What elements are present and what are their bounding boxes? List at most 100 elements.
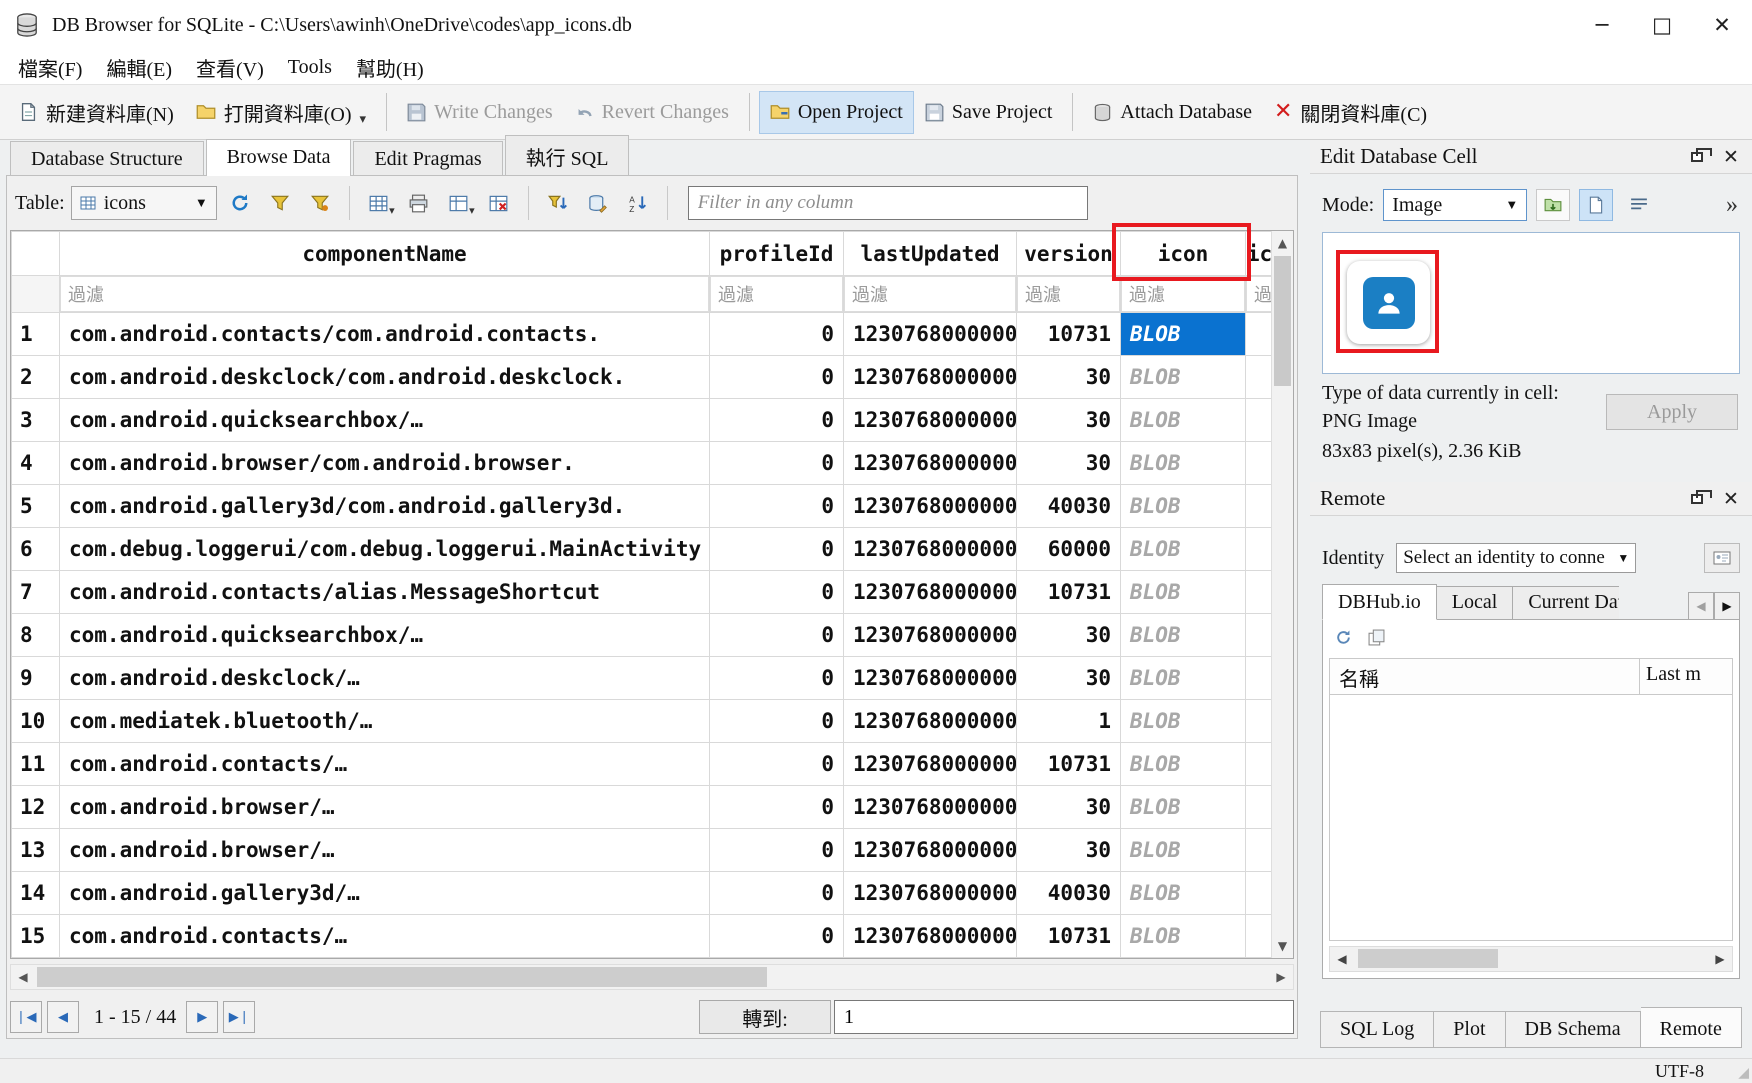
cell-lastupdated[interactable]: 1230768000000 bbox=[844, 829, 1017, 872]
cell-overflow[interactable] bbox=[1246, 442, 1272, 485]
cell-profileid[interactable]: 0 bbox=[710, 829, 844, 872]
cell-version[interactable]: 30 bbox=[1017, 614, 1121, 657]
cell-overflow[interactable] bbox=[1246, 915, 1272, 958]
blob-image-thumbnail[interactable] bbox=[1347, 261, 1430, 344]
print-button[interactable] bbox=[402, 186, 436, 220]
cell-profileid[interactable]: 0 bbox=[710, 442, 844, 485]
filter-sort-button[interactable] bbox=[541, 186, 575, 220]
cell-componentname[interactable]: com.debug.loggerui/com.debug.loggerui.Ma… bbox=[60, 528, 710, 571]
remote-column-last-modified[interactable]: Last m bbox=[1640, 659, 1732, 694]
cell-lastupdated[interactable]: 1230768000000 bbox=[844, 571, 1017, 614]
write-changes-button[interactable]: Write Changes bbox=[396, 91, 564, 134]
cell-icon-blob[interactable]: BLOB bbox=[1121, 528, 1246, 571]
first-page-button[interactable]: ❘◀ bbox=[10, 1001, 42, 1033]
cell-icon-blob[interactable]: BLOB bbox=[1121, 786, 1246, 829]
cell-lastupdated[interactable]: 1230768000000 bbox=[844, 700, 1017, 743]
cell-componentname[interactable]: com.android.browser/… bbox=[60, 786, 710, 829]
open-database-button[interactable]: 打開資料庫(O) ▾ bbox=[185, 88, 377, 137]
cell-version[interactable]: 10731 bbox=[1017, 743, 1121, 786]
cell-overflow[interactable] bbox=[1246, 528, 1272, 571]
open-database-dropdown-caret[interactable]: ▾ bbox=[360, 112, 367, 125]
cell-version[interactable]: 1 bbox=[1017, 700, 1121, 743]
cell-version[interactable]: 30 bbox=[1017, 657, 1121, 700]
cell-version[interactable]: 40030 bbox=[1017, 485, 1121, 528]
sort-az-button[interactable]: AZ bbox=[621, 186, 655, 220]
table-selector[interactable]: icons ▼ bbox=[71, 186, 217, 220]
grid-row-number[interactable]: 2 bbox=[12, 356, 60, 399]
grid-row-number[interactable]: 8 bbox=[12, 614, 60, 657]
cell-overflow[interactable] bbox=[1246, 399, 1272, 442]
cell-version[interactable]: 30 bbox=[1017, 399, 1121, 442]
last-page-button[interactable]: ▶❘ bbox=[223, 1001, 255, 1033]
filter-icon-input[interactable]: 過濾 bbox=[1121, 276, 1246, 313]
menu-view[interactable]: 查看(V) bbox=[184, 51, 276, 84]
cell-componentname[interactable]: com.android.browser/com.android.browser. bbox=[60, 442, 710, 485]
remote-horizontal-scrollbar[interactable]: ◀ ▶ bbox=[1329, 946, 1733, 972]
cell-icon-blob[interactable]: BLOB bbox=[1121, 743, 1246, 786]
resize-grip-icon[interactable]: ◢ bbox=[1738, 1065, 1749, 1081]
cell-profileid[interactable]: 0 bbox=[710, 485, 844, 528]
new-database-button[interactable]: 新建資料庫(N) bbox=[8, 88, 185, 137]
cell-lastupdated[interactable]: 1230768000000 bbox=[844, 786, 1017, 829]
cell-componentname[interactable]: com.android.deskclock/… bbox=[60, 657, 710, 700]
cell-componentname[interactable]: com.android.gallery3d/com.android.galler… bbox=[60, 485, 710, 528]
cell-lastupdated[interactable]: 1230768000000 bbox=[844, 442, 1017, 485]
cell-componentname[interactable]: com.android.contacts/alias.MessageShortc… bbox=[60, 571, 710, 614]
cell-componentname[interactable]: com.android.gallery3d/… bbox=[60, 872, 710, 915]
cell-profileid[interactable]: 0 bbox=[710, 356, 844, 399]
cell-version[interactable]: 30 bbox=[1017, 442, 1121, 485]
grid-row-number[interactable]: 14 bbox=[12, 872, 60, 915]
cell-icon-blob[interactable]: BLOB bbox=[1121, 399, 1246, 442]
cell-version[interactable]: 10731 bbox=[1017, 313, 1121, 356]
undock-panel-button[interactable] bbox=[1682, 486, 1712, 512]
cell-icon-blob[interactable]: BLOB bbox=[1121, 829, 1246, 872]
cell-profileid[interactable]: 0 bbox=[710, 571, 844, 614]
cell-overflow[interactable] bbox=[1246, 786, 1272, 829]
import-certificate-button[interactable] bbox=[1704, 543, 1740, 573]
remote-column-name[interactable]: 名稱 bbox=[1330, 659, 1640, 694]
cell-version[interactable]: 30 bbox=[1017, 829, 1121, 872]
scroll-right-arrow-icon[interactable]: ▶ bbox=[1269, 965, 1293, 989]
cell-profileid[interactable]: 0 bbox=[710, 743, 844, 786]
cell-icon-blob[interactable]: BLOB bbox=[1121, 657, 1246, 700]
goto-record-button[interactable]: 轉到: bbox=[699, 1000, 831, 1034]
scroll-down-arrow-icon[interactable]: ▼ bbox=[1272, 934, 1293, 958]
cell-overflow[interactable] bbox=[1246, 657, 1272, 700]
maximize-button[interactable]: □ bbox=[1632, 0, 1692, 50]
panel-overflow-button[interactable]: » bbox=[1726, 192, 1740, 219]
cell-lastupdated[interactable]: 1230768000000 bbox=[844, 915, 1017, 958]
cell-profileid[interactable]: 0 bbox=[710, 872, 844, 915]
grid-row-number[interactable]: 9 bbox=[12, 657, 60, 700]
cell-icon-blob[interactable]: BLOB bbox=[1121, 700, 1246, 743]
minimize-button[interactable]: ─ bbox=[1572, 0, 1632, 50]
scroll-up-arrow-icon[interactable]: ▲ bbox=[1272, 231, 1293, 255]
cell-lastupdated[interactable]: 1230768000000 bbox=[844, 872, 1017, 915]
mode-select[interactable]: Image ▼ bbox=[1383, 189, 1527, 221]
filter-profileid-input[interactable]: 過濾 bbox=[710, 276, 844, 313]
column-header-icon[interactable]: icon bbox=[1121, 232, 1246, 276]
cell-overflow[interactable] bbox=[1246, 614, 1272, 657]
cell-componentname[interactable]: com.android.contacts/… bbox=[60, 743, 710, 786]
menu-help[interactable]: 幫助(H) bbox=[344, 51, 436, 84]
apply-button[interactable]: Apply bbox=[1606, 394, 1738, 430]
cell-version[interactable]: 10731 bbox=[1017, 571, 1121, 614]
cell-overflow[interactable] bbox=[1246, 700, 1272, 743]
cell-icon-blob[interactable]: BLOB bbox=[1121, 872, 1246, 915]
grid-row-number[interactable]: 13 bbox=[12, 829, 60, 872]
menu-tools[interactable]: Tools bbox=[276, 54, 344, 81]
remote-tab-dbhub[interactable]: DBHub.io bbox=[1322, 584, 1437, 620]
filter-overflow-input[interactable]: 過濾 bbox=[1246, 276, 1272, 313]
next-page-button[interactable]: ▶ bbox=[186, 1001, 218, 1033]
cell-lastupdated[interactable]: 1230768000000 bbox=[844, 528, 1017, 571]
cell-version[interactable]: 30 bbox=[1017, 356, 1121, 399]
grid-row-number[interactable]: 5 bbox=[12, 485, 60, 528]
cell-profileid[interactable]: 0 bbox=[710, 915, 844, 958]
cell-overflow[interactable] bbox=[1246, 829, 1272, 872]
menu-edit[interactable]: 編輯(E) bbox=[94, 51, 184, 84]
cell-componentname[interactable]: com.android.contacts/com.android.contact… bbox=[60, 313, 710, 356]
cell-componentname[interactable]: com.android.deskclock/com.android.deskcl… bbox=[60, 356, 710, 399]
cell-icon-blob[interactable]: BLOB bbox=[1121, 915, 1246, 958]
cell-profileid[interactable]: 0 bbox=[710, 657, 844, 700]
dock-tab-plot[interactable]: Plot bbox=[1434, 1011, 1505, 1048]
tab-scroll-left-button[interactable]: ◀ bbox=[1688, 592, 1714, 620]
